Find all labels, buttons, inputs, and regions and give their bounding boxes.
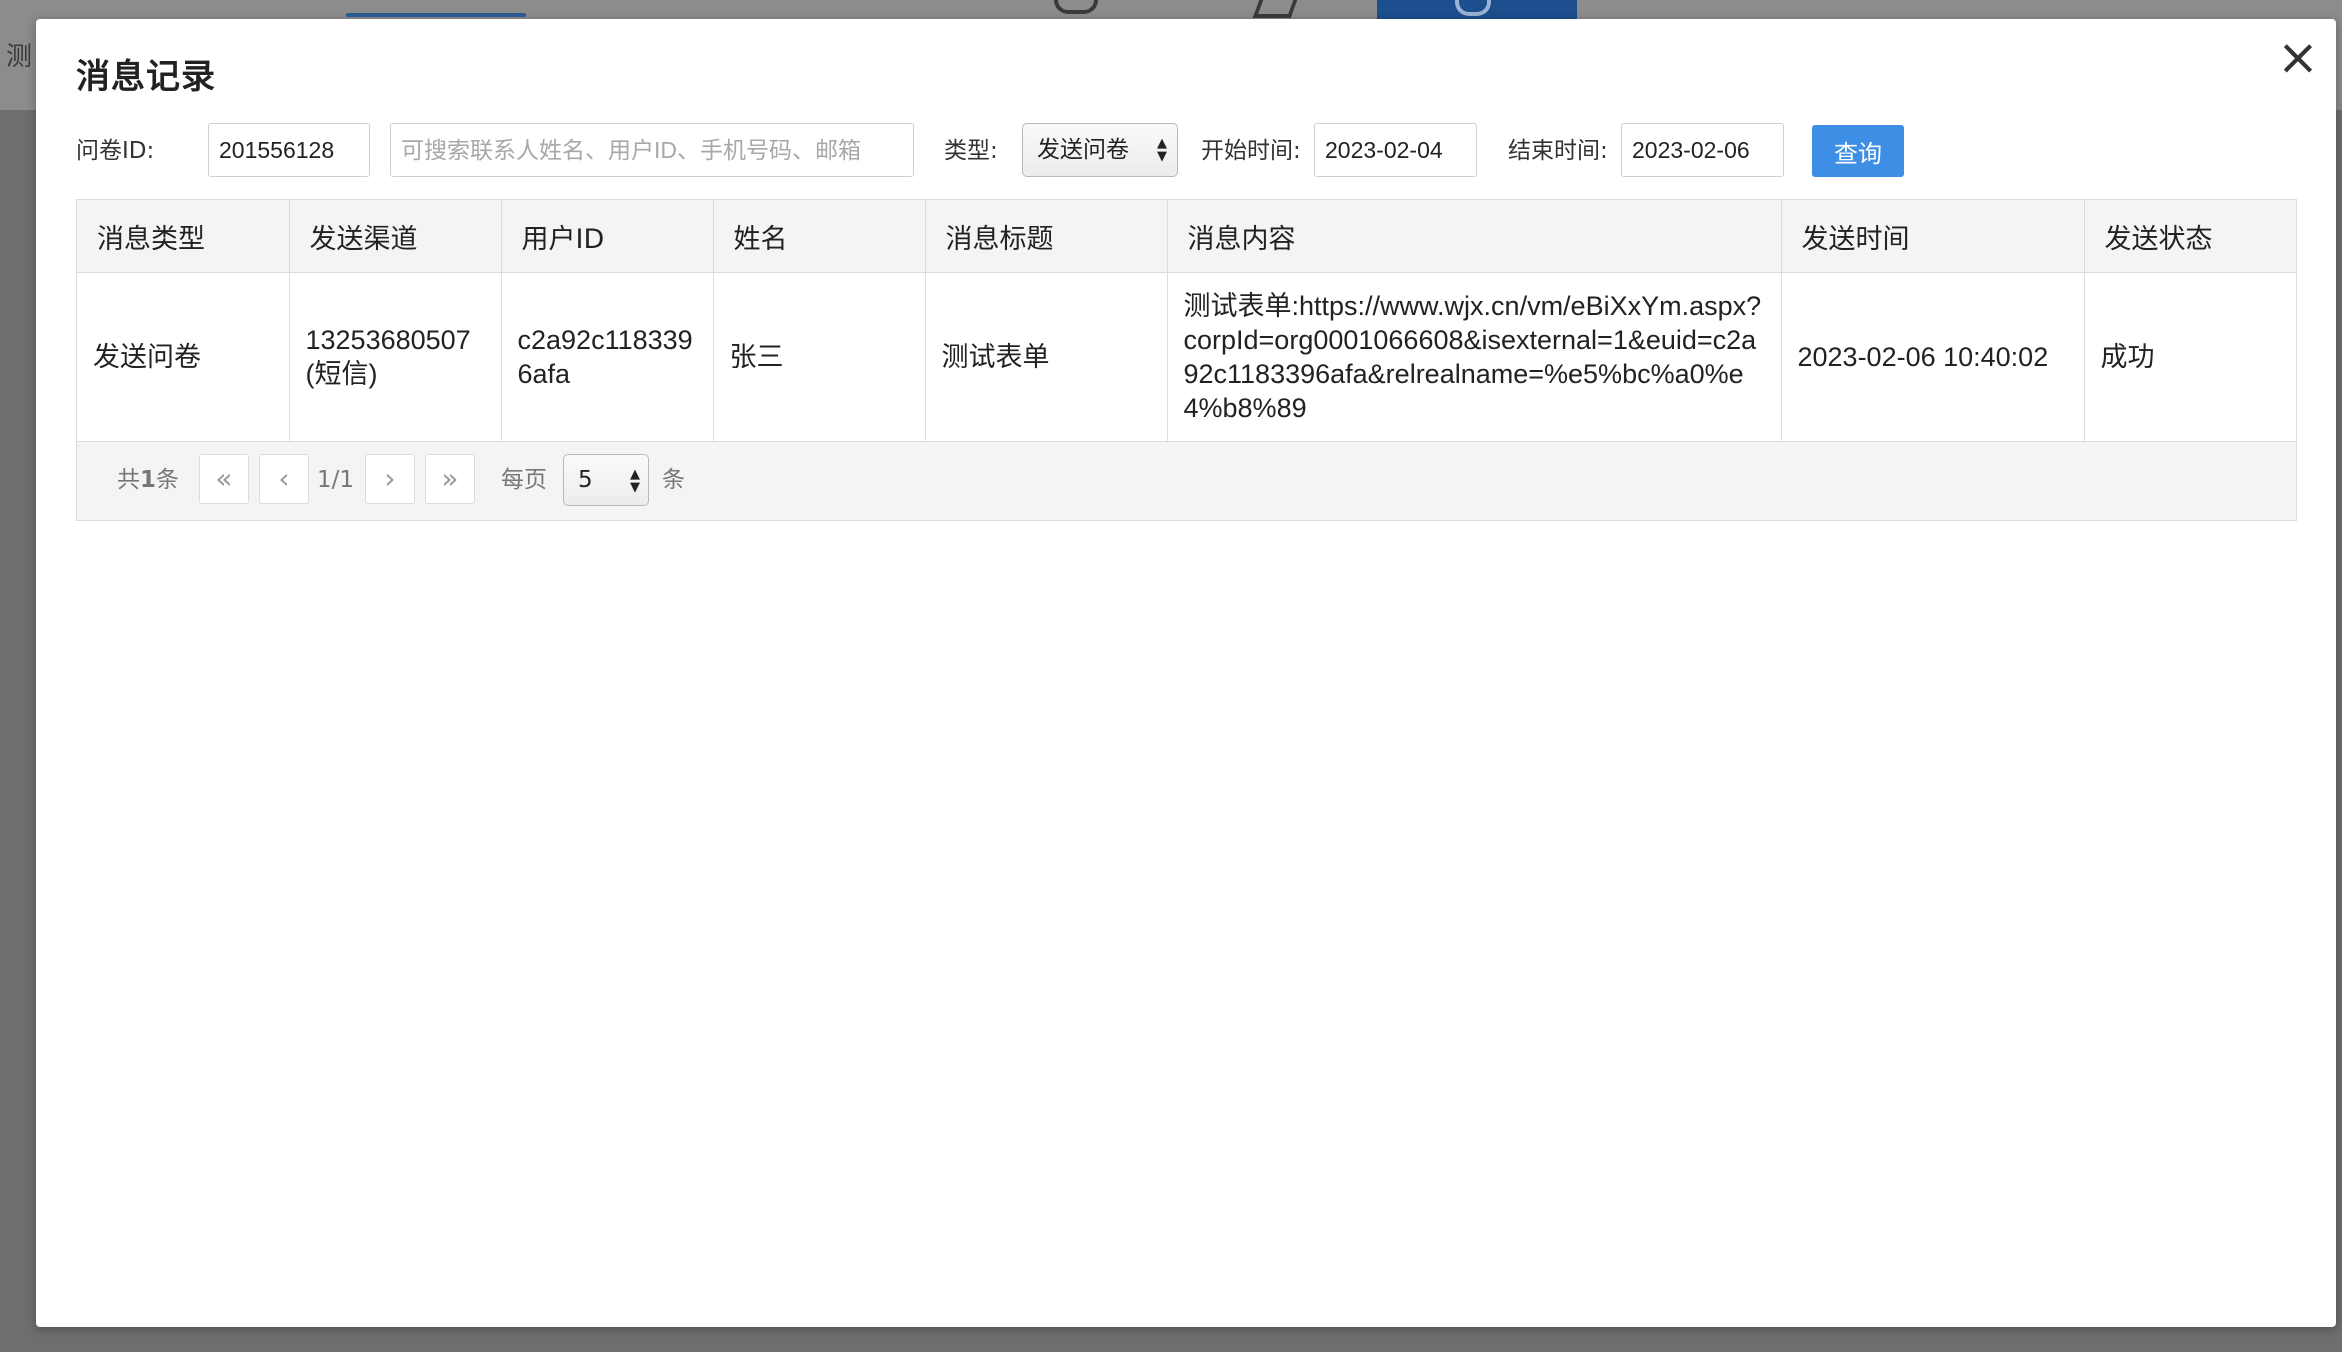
per-page-label: 每页: [501, 467, 547, 493]
column-header: 发送渠道: [289, 200, 502, 273]
query-button[interactable]: 查询: [1812, 125, 1904, 177]
total-suffix: 条: [156, 467, 180, 493]
first-page-button[interactable]: «: [199, 454, 249, 504]
total-prefix: 共: [117, 467, 140, 493]
contact-search-input[interactable]: [390, 123, 914, 177]
cell-send-time: 2023-02-06 10:40:02: [1781, 272, 2085, 442]
pagination: 共1条 « ‹ 1/1 › » 每页 5 ▲ ▼ 条: [77, 442, 2296, 520]
start-date-input[interactable]: [1314, 123, 1477, 177]
total-count-text: 共1条: [117, 454, 179, 506]
page-size-value: 5: [578, 467, 593, 493]
column-header: 发送时间: [1781, 200, 2085, 273]
page-size-select[interactable]: 5 ▲ ▼: [563, 454, 649, 506]
column-header: 用户ID: [501, 200, 714, 273]
cell-send-status: 成功: [2084, 272, 2296, 442]
prev-page-button[interactable]: ‹: [259, 454, 309, 504]
next-page-button[interactable]: ›: [365, 454, 415, 504]
background-tab-indicator: [346, 13, 526, 17]
filter-bar: 问卷ID: 类型: 发送问卷 ▲▼ 开始时间: 结束时间: 查询: [76, 123, 2316, 179]
per-page-unit: 条: [662, 467, 685, 493]
select-arrows-icon: ▲ ▼: [1157, 136, 1167, 164]
end-date-input[interactable]: [1621, 123, 1784, 177]
table-row: 发送问卷 13253680507(短信) c2a92c1183396afa 张三…: [77, 272, 2296, 442]
column-header: 姓名: [713, 200, 926, 273]
end-time-label: 结束时间:: [1508, 138, 1608, 164]
column-header: 发送状态: [2084, 200, 2296, 273]
select-arrows-icon: ▲ ▼: [630, 467, 640, 495]
start-time-label: 开始时间:: [1201, 138, 1301, 164]
total-count: 1: [140, 467, 157, 493]
cell-message-title: 测试表单: [925, 272, 1168, 442]
cell-message-content: 测试表单:https://www.wjx.cn/vm/eBiXxYm.aspx?…: [1167, 272, 1782, 442]
background-text: 测: [6, 42, 33, 72]
type-select[interactable]: 发送问卷 ▲ ▼: [1022, 123, 1178, 177]
column-header: 消息标题: [925, 200, 1168, 273]
column-header: 消息类型: [77, 200, 290, 273]
page-indicator: 1/1: [317, 467, 355, 493]
table-header-row: 消息类型 发送渠道 用户ID 姓名 消息标题 消息内容 发送时间 发送状态: [77, 200, 2296, 273]
message-table: 消息类型 发送渠道 用户ID 姓名 消息标题 消息内容 发送时间 发送状态 发送…: [76, 199, 2297, 521]
message-log-modal: 消息记录 × 问卷ID: 类型: 发送问卷 ▲▼ 开始时间: 结束时间: 查询 …: [36, 19, 2336, 1327]
close-icon[interactable]: ×: [2268, 27, 2328, 87]
last-page-button[interactable]: »: [425, 454, 475, 504]
survey-id-input[interactable]: [208, 123, 370, 177]
column-header: 消息内容: [1167, 200, 1782, 273]
cell-name: 张三: [713, 272, 926, 442]
survey-id-label: 问卷ID:: [76, 138, 155, 164]
modal-title: 消息记录: [76, 57, 216, 97]
type-label: 类型:: [944, 138, 998, 164]
cell-send-channel: 13253680507(短信): [289, 272, 502, 442]
background-tag-icon: [1252, 0, 1298, 18]
type-select-value: 发送问卷: [1037, 137, 1129, 163]
cell-message-type: 发送问卷: [77, 272, 290, 442]
cell-user-id: c2a92c1183396afa: [501, 272, 714, 442]
